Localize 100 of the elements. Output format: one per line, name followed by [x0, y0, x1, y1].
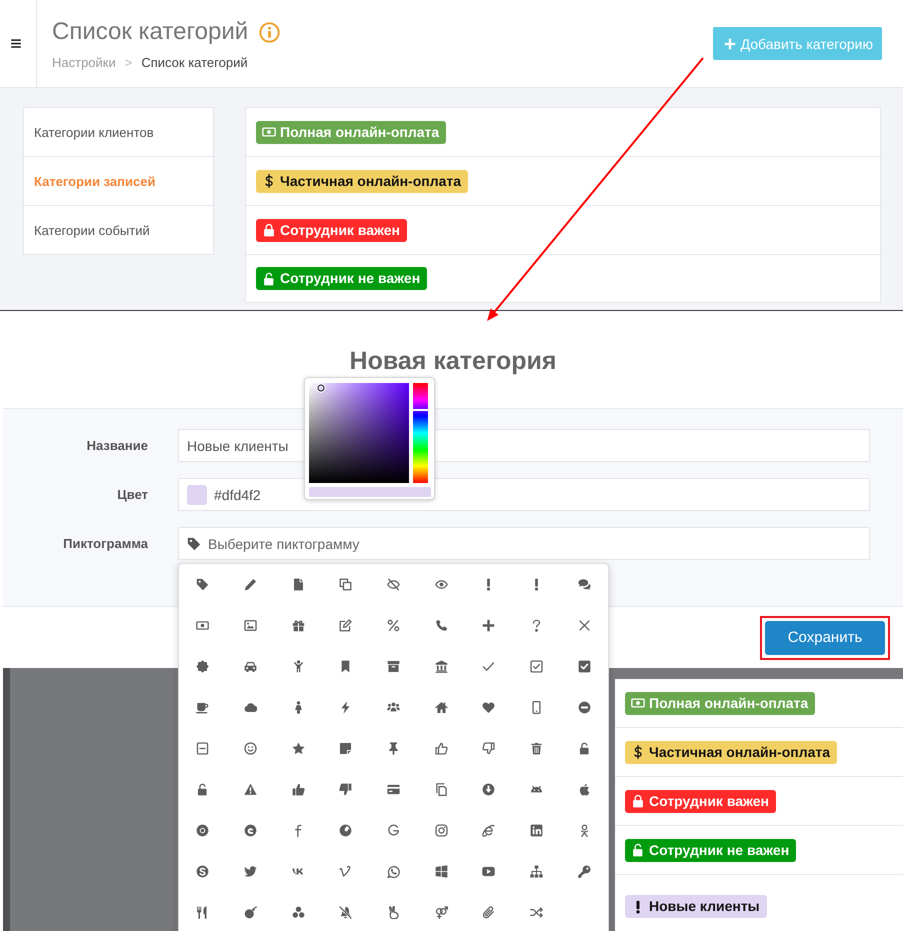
- category-tab[interactable]: Категории событий: [24, 206, 213, 254]
- thumbs-up-icon[interactable]: [292, 783, 305, 796]
- circles-cluster-icon[interactable]: [292, 906, 305, 919]
- star-icon[interactable]: [292, 742, 305, 755]
- swirl-circle-icon[interactable]: [244, 824, 257, 837]
- plus-icon[interactable]: [482, 619, 496, 632]
- archive-box-icon[interactable]: [386, 660, 400, 673]
- category-badge[interactable]: Полная онлайн-оплата: [256, 120, 446, 144]
- play-button-icon[interactable]: [482, 865, 496, 878]
- menu-icon[interactable]: [10, 38, 22, 49]
- person-arms-up-icon[interactable]: [292, 660, 305, 673]
- category-label: Полная онлайн-оплата: [280, 122, 440, 142]
- v-logo-icon[interactable]: [339, 865, 352, 878]
- bookmark-icon[interactable]: [339, 660, 352, 673]
- category-badge[interactable]: Сотрудник не важен: [625, 838, 796, 862]
- padlock-open-icon: [262, 272, 276, 286]
- saturation-handle[interactable]: [318, 384, 325, 392]
- eye-slash-icon[interactable]: [386, 578, 400, 591]
- hue-handle[interactable]: [413, 409, 428, 412]
- documents-icon[interactable]: [434, 783, 448, 796]
- category-badge[interactable]: Сотрудник важен: [625, 790, 776, 812]
- key-icon[interactable]: [578, 865, 591, 878]
- e-logo-icon[interactable]: [482, 824, 496, 837]
- copy-icon[interactable]: [339, 578, 352, 591]
- sitemap-icon[interactable]: [530, 865, 543, 878]
- in-square-icon[interactable]: [530, 824, 543, 837]
- file-icon[interactable]: [292, 578, 305, 591]
- seal-icon[interactable]: [196, 660, 210, 673]
- fork-knife-icon[interactable]: [196, 906, 210, 919]
- category-badge[interactable]: Частичная онлайн-оплата: [256, 170, 468, 192]
- bird-icon[interactable]: [244, 865, 257, 878]
- cloud-icon[interactable]: [244, 701, 257, 714]
- category-badge[interactable]: Новые клиенты: [625, 895, 767, 918]
- peace-hand-icon[interactable]: [386, 906, 400, 919]
- apple-icon[interactable]: [578, 783, 591, 796]
- bomb-icon[interactable]: [244, 906, 257, 919]
- g-logo-icon[interactable]: [386, 824, 400, 837]
- people-group-icon[interactable]: [386, 701, 400, 714]
- hue-slider[interactable]: [413, 383, 428, 483]
- edit-icon[interactable]: [339, 619, 352, 632]
- close-icon[interactable]: [578, 619, 591, 632]
- phone-bubble-icon[interactable]: [386, 865, 400, 878]
- minus-square-icon[interactable]: [196, 742, 210, 755]
- category-badge[interactable]: Частичная онлайн-оплата: [625, 740, 838, 764]
- category-tab[interactable]: Категории клиентов: [24, 108, 213, 157]
- trash-icon[interactable]: [530, 742, 543, 755]
- thumbs-up-outline-icon[interactable]: [434, 742, 448, 755]
- cup-icon[interactable]: [196, 701, 210, 714]
- padlock-open-icon[interactable]: [578, 742, 591, 755]
- ring-circle-icon[interactable]: [196, 824, 210, 837]
- banknote-icon: [631, 696, 645, 710]
- percent-icon[interactable]: [386, 619, 400, 632]
- checkbox-icon[interactable]: [578, 660, 591, 673]
- category-badge[interactable]: Сотрудник не важен: [256, 267, 428, 290]
- modal-title: Новая категория: [350, 346, 556, 376]
- house-icon[interactable]: [434, 701, 448, 714]
- sticky-note-icon[interactable]: [339, 742, 352, 755]
- banknote-icon: [262, 125, 276, 139]
- icon-search-input[interactable]: Выберите пиктограмму: [208, 532, 861, 554]
- color-input[interactable]: #dfd4f2: [214, 484, 861, 506]
- gender-symbols-icon[interactable]: [434, 906, 448, 919]
- image-icon[interactable]: [244, 619, 257, 632]
- warning-icon[interactable]: [244, 783, 257, 796]
- paperclip-icon[interactable]: [482, 906, 496, 919]
- check-icon[interactable]: [482, 660, 496, 673]
- four-panes-icon[interactable]: [434, 865, 448, 878]
- speech-bubbles-icon[interactable]: [578, 578, 591, 591]
- category-badge[interactable]: Полная онлайн-оплата: [625, 692, 816, 714]
- icon-select-field[interactable]: Выберите пиктограмму: [178, 527, 870, 560]
- s-circle-icon[interactable]: [196, 865, 210, 878]
- category-label: Частичная онлайн-оплата: [649, 742, 830, 762]
- category-tab[interactable]: Категории записей: [24, 157, 213, 206]
- columns-building-icon[interactable]: [434, 660, 448, 673]
- smiley-icon[interactable]: [244, 742, 257, 755]
- car-icon[interactable]: [244, 660, 257, 673]
- credit-card-icon[interactable]: [386, 783, 400, 796]
- bell-slash-icon[interactable]: [339, 906, 352, 919]
- category-badge[interactable]: Сотрудник важен: [256, 218, 408, 242]
- thumbs-down-outline-icon[interactable]: [482, 742, 496, 755]
- thumbs-down-icon[interactable]: [339, 783, 352, 796]
- pushpin-icon[interactable]: [386, 742, 400, 755]
- save-button[interactable]: Сохранить: [765, 620, 885, 654]
- breadcrumb-link[interactable]: Настройки: [52, 55, 116, 71]
- camera-outline-icon[interactable]: [434, 824, 448, 837]
- gift-icon[interactable]: [292, 619, 305, 632]
- tag-icon[interactable]: [196, 578, 210, 591]
- eye-icon[interactable]: [434, 578, 448, 591]
- padlock-open-icon: [631, 843, 645, 857]
- shuffle-icon[interactable]: [530, 906, 543, 919]
- padlock-open-icon[interactable]: [196, 783, 210, 796]
- minus-circle-icon[interactable]: [578, 701, 591, 714]
- saturation-area[interactable]: [309, 383, 409, 483]
- phone-icon[interactable]: [434, 619, 448, 632]
- flame-circle-icon[interactable]: [339, 824, 352, 837]
- checkbox-outline-icon[interactable]: [530, 660, 543, 673]
- download-circle-icon[interactable]: [482, 783, 496, 796]
- heart-icon[interactable]: [482, 701, 496, 714]
- mobile-phone-icon[interactable]: [530, 701, 543, 714]
- banknote-icon[interactable]: [196, 619, 210, 632]
- pencil-icon[interactable]: [244, 578, 257, 591]
